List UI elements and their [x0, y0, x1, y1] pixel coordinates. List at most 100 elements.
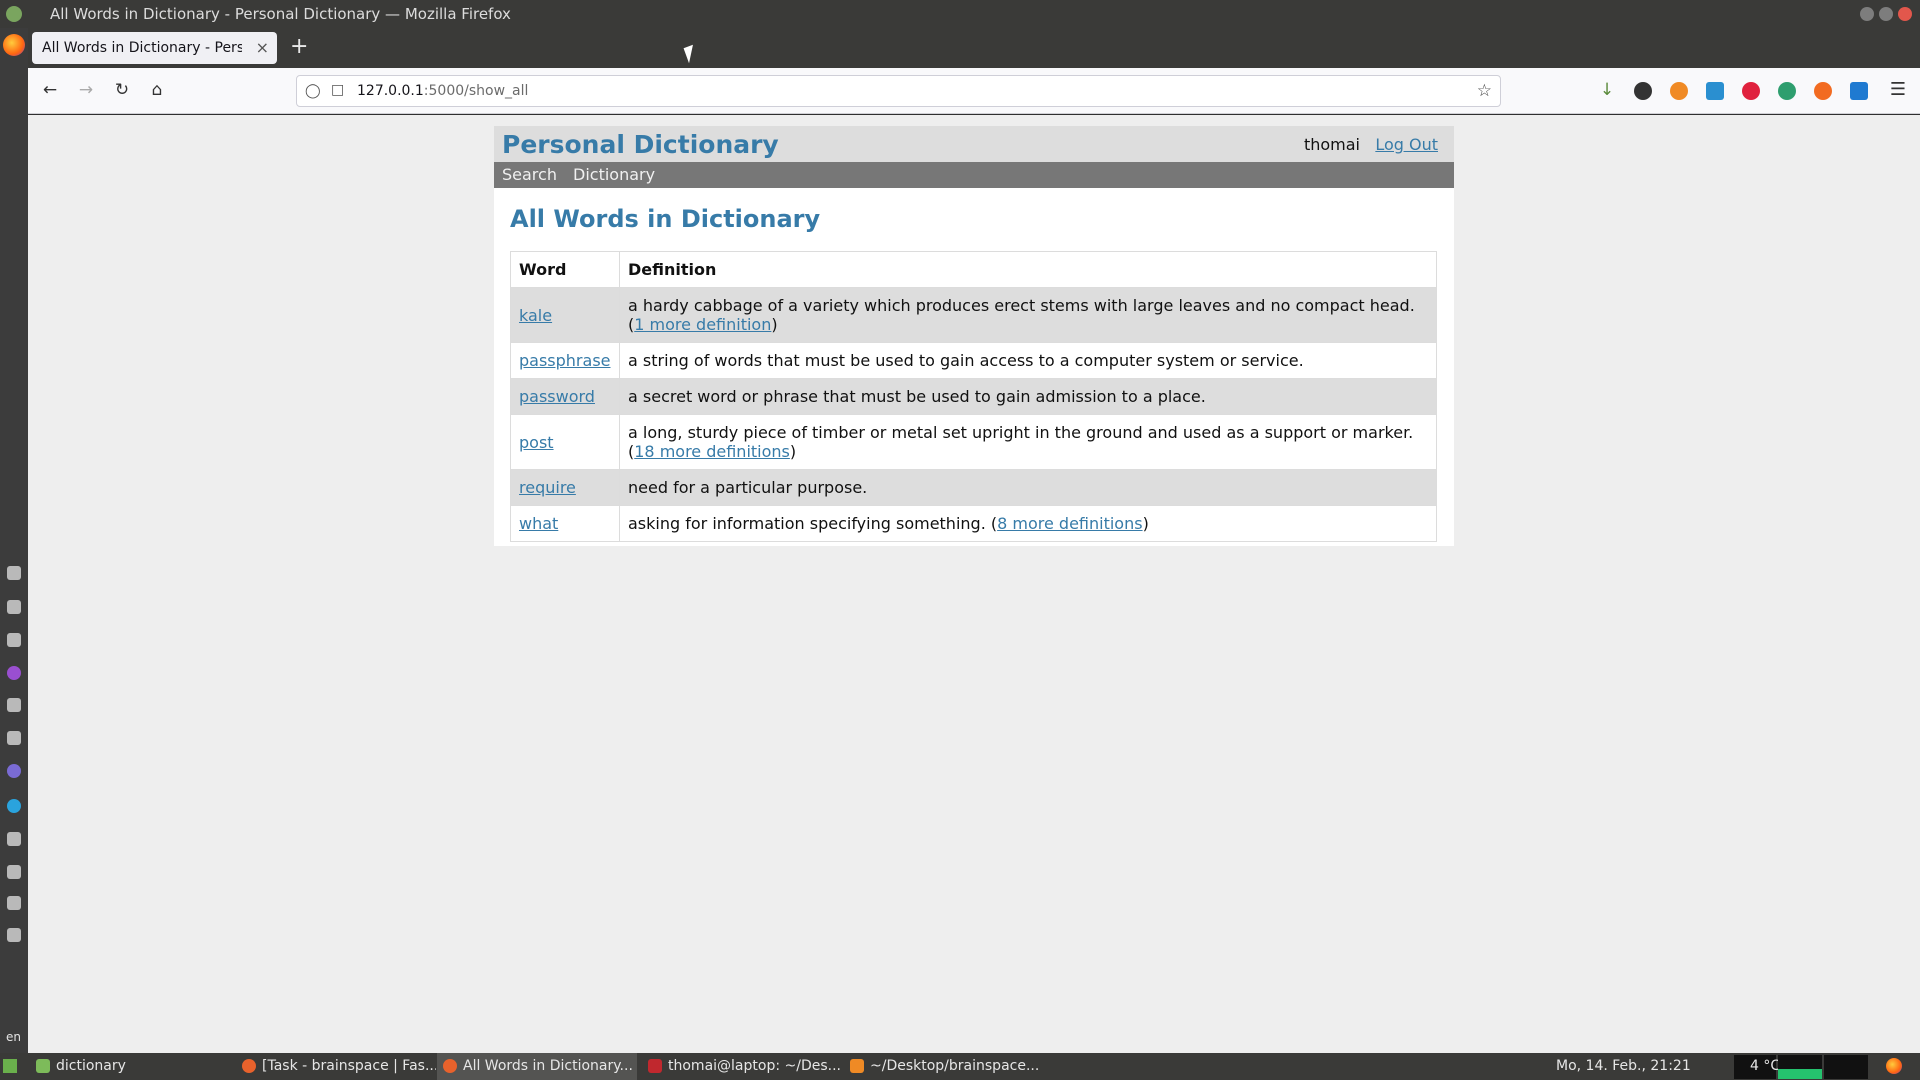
table-row: passphrase a string of words that must b…: [510, 342, 1437, 379]
memory-graph: [1778, 1055, 1822, 1079]
folder-icon: [36, 1059, 50, 1073]
word-cell: post: [510, 414, 620, 470]
site-title[interactable]: Personal Dictionary: [502, 130, 779, 159]
extension-icon[interactable]: [1706, 82, 1724, 100]
definition-cell: need for a particular purpose.: [619, 469, 1437, 506]
tab-active[interactable]: All Words in Dictionary - Personal Dicti…: [32, 32, 277, 64]
maximize-icon[interactable]: [1879, 7, 1893, 21]
settings-icon[interactable]: [7, 928, 21, 942]
forward-icon[interactable]: →: [74, 80, 98, 100]
nav-search-link[interactable]: Search: [502, 165, 557, 184]
definition-cell: a long, sturdy piece of timber or metal …: [619, 414, 1437, 470]
launcher-app-icon[interactable]: [7, 666, 21, 680]
word-cell: require: [510, 469, 620, 506]
battery-icon[interactable]: [7, 865, 21, 879]
sublime-icon: [850, 1059, 864, 1073]
taskbar-item-label: ~/Desktop/brainspace...: [870, 1058, 1040, 1074]
definition-cell: asking for information specifying someth…: [619, 505, 1437, 542]
back-icon[interactable]: ←: [38, 80, 62, 100]
adblock-icon[interactable]: [1742, 82, 1760, 100]
clock[interactable]: Mo, 14. Feb., 21:21: [1556, 1058, 1691, 1074]
start-menu-icon[interactable]: [3, 1059, 17, 1073]
bell-icon[interactable]: [7, 633, 21, 647]
definition-text: a long, sturdy piece of timber or metal …: [628, 423, 1414, 442]
username-label: thomai: [1303, 135, 1360, 154]
shield-icon[interactable]: ◯: [305, 83, 321, 99]
word-link[interactable]: kale: [519, 306, 552, 325]
logout-link[interactable]: Log Out: [1375, 135, 1438, 154]
extension-icon[interactable]: [1634, 82, 1652, 100]
table-row: what asking for information specifying s…: [510, 505, 1437, 542]
launcher-app-icon[interactable]: [7, 600, 21, 614]
window-title: All Words in Dictionary - Personal Dicti…: [50, 5, 511, 23]
taskbar-item[interactable]: dictionary: [30, 1053, 230, 1080]
dropbox-icon[interactable]: [7, 698, 21, 712]
taskbar-item[interactable]: thomai@laptop: ~/Des...: [642, 1053, 842, 1080]
more-definitions-link[interactable]: 8 more definitions: [997, 514, 1142, 533]
words-table: Word Definition kale a hardy cabbage of …: [510, 251, 1437, 542]
firefox-tray-icon[interactable]: [1886, 1058, 1902, 1074]
viber-icon[interactable]: [7, 764, 21, 778]
column-header-word: Word: [510, 251, 620, 288]
more-definitions-link[interactable]: 1 more definition: [634, 315, 771, 334]
definition-text: a string of words that must be used to g…: [628, 351, 1304, 370]
wifi-icon[interactable]: [7, 832, 21, 846]
word-link[interactable]: passphrase: [519, 351, 611, 370]
os-titlebar: All Words in Dictionary - Personal Dicti…: [0, 0, 1920, 28]
minimize-icon[interactable]: [1860, 7, 1874, 21]
word-link[interactable]: what: [519, 514, 558, 533]
weather[interactable]: 4 °C: [1750, 1058, 1780, 1074]
url-text[interactable]: 127.0.0.1:5000/show_all: [357, 83, 528, 99]
table-row: post a long, sturdy piece of timber or m…: [510, 414, 1437, 470]
new-tab-icon[interactable]: +: [290, 34, 308, 59]
telegram-icon[interactable]: [7, 799, 21, 813]
taskbar-item-label: dictionary: [56, 1058, 126, 1074]
word-link[interactable]: password: [519, 387, 595, 406]
page-viewport: Personal Dictionary thomai Log Out Searc…: [28, 115, 1920, 1053]
extension-icon[interactable]: [1814, 82, 1832, 100]
taskbar-item-label: thomai@laptop: ~/Des...: [668, 1058, 841, 1074]
page-title: All Words in Dictionary: [510, 205, 821, 233]
terminal-icon: [648, 1059, 662, 1073]
page-icon[interactable]: □: [331, 82, 344, 98]
star-icon[interactable]: ☆: [1477, 81, 1492, 101]
site-nav: Search Dictionary: [494, 162, 1454, 188]
page-container: Personal Dictionary thomai Log Out Searc…: [494, 126, 1454, 546]
definition-text: a secret word or phrase that must be use…: [628, 387, 1206, 406]
download-icon[interactable]: ↓: [1595, 80, 1619, 100]
nav-dictionary-link[interactable]: Dictionary: [573, 165, 655, 184]
extension-icon[interactable]: [1670, 82, 1688, 100]
table-row: password a secret word or phrase that mu…: [510, 378, 1437, 415]
url-bar[interactable]: ◯ □ 127.0.0.1:5000/show_all ☆: [296, 75, 1501, 107]
taskbar-item[interactable]: [Task - brainspace | Fas...: [236, 1053, 436, 1080]
table-header-row: Word Definition: [510, 251, 1437, 288]
home-icon[interactable]: ⌂: [145, 80, 169, 100]
tab-strip: All Words in Dictionary - Personal Dicti…: [28, 28, 1920, 68]
taskbar-item[interactable]: All Words in Dictionary...: [437, 1053, 637, 1080]
word-link[interactable]: require: [519, 478, 576, 497]
definition-cell: a hardy cabbage of a variety which produ…: [619, 287, 1437, 343]
extension-icon[interactable]: [1778, 82, 1796, 100]
bluetooth-icon[interactable]: [7, 731, 21, 745]
close-tab-icon[interactable]: ×: [256, 38, 269, 57]
app-menu-icon[interactable]: [6, 6, 22, 22]
definition-cell: a string of words that must be used to g…: [619, 342, 1437, 379]
definition-cell: a secret word or phrase that must be use…: [619, 378, 1437, 415]
menu-icon[interactable]: ☰: [1890, 79, 1906, 100]
definition-text: asking for information specifying someth…: [628, 514, 986, 533]
launcher-panel: en: [0, 28, 28, 1053]
extension-icon[interactable]: [1850, 82, 1868, 100]
keyboard-layout[interactable]: en: [6, 1030, 21, 1044]
firefox-launcher-icon[interactable]: [3, 34, 25, 56]
reload-icon[interactable]: ↻: [110, 80, 134, 100]
url-host: 127.0.0.1: [357, 83, 424, 99]
more-definitions-link[interactable]: 18 more definitions: [634, 442, 790, 461]
close-window-icon[interactable]: [1898, 7, 1912, 21]
window-controls: [1860, 7, 1912, 21]
launcher-app-icon[interactable]: [7, 566, 21, 580]
taskbar-item-label: [Task - brainspace | Fas...: [262, 1058, 436, 1074]
taskbar-item[interactable]: ~/Desktop/brainspace...: [844, 1053, 1044, 1080]
volume-icon[interactable]: [7, 896, 21, 910]
word-link[interactable]: post: [519, 433, 554, 452]
column-header-definition: Definition: [619, 251, 1437, 288]
